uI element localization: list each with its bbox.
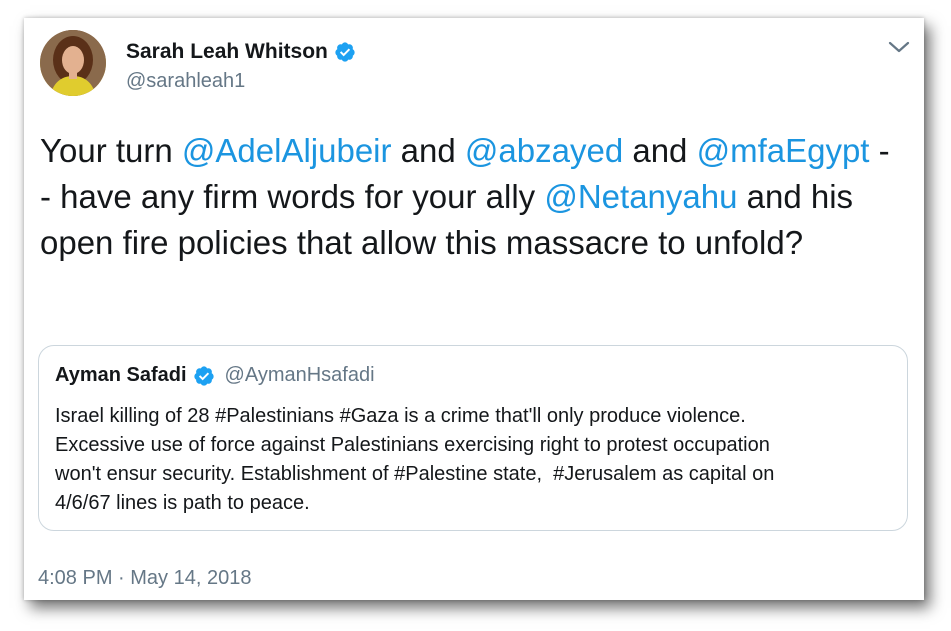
verified-badge-icon (335, 42, 355, 62)
tweet-text-segment: Your turn (40, 132, 182, 169)
quoted-tweet-text: Israel killing of 28 #Palestinians #Gaza… (55, 405, 775, 514)
mention-link[interactable]: @AdelAljubeir (182, 132, 392, 169)
quoted-author-handle: @AymanHsafadi (224, 364, 375, 386)
mention-link[interactable]: @abzayed (465, 132, 623, 169)
tweet-timestamp[interactable]: 4:08 PM · May 14, 2018 (38, 567, 251, 590)
quoted-tweet[interactable]: Ayman Safadi @AymanHsafadi Israel killin… (38, 345, 908, 531)
author-display-name[interactable]: Sarah Leah Whitson (126, 40, 328, 64)
quoted-author-name: Ayman Safadi (55, 364, 187, 386)
mention-link[interactable]: @Netanyahu (544, 178, 737, 215)
tweet-text-segment: and (623, 132, 697, 169)
author-name-row: Sarah Leah Whitson (126, 40, 356, 64)
chevron-down-icon[interactable] (888, 40, 910, 54)
avatar-image (40, 30, 106, 96)
avatar[interactable] (40, 30, 106, 96)
author-handle[interactable]: @sarahleah1 (126, 70, 356, 93)
mention-link[interactable]: @mfaEgypt (697, 132, 870, 169)
quoted-tweet-header: Ayman Safadi @AymanHsafadi (55, 364, 375, 387)
author-info: Sarah Leah Whitson @sarahleah1 (126, 40, 356, 93)
tweet-text-segment: and (391, 132, 465, 169)
tweet-card[interactable]: Sarah Leah Whitson @sarahleah1 Your turn… (24, 18, 924, 600)
verified-badge-icon (193, 365, 214, 386)
tweet-text: Your turn @AdelAljubeir and @abzayed and… (40, 128, 900, 266)
